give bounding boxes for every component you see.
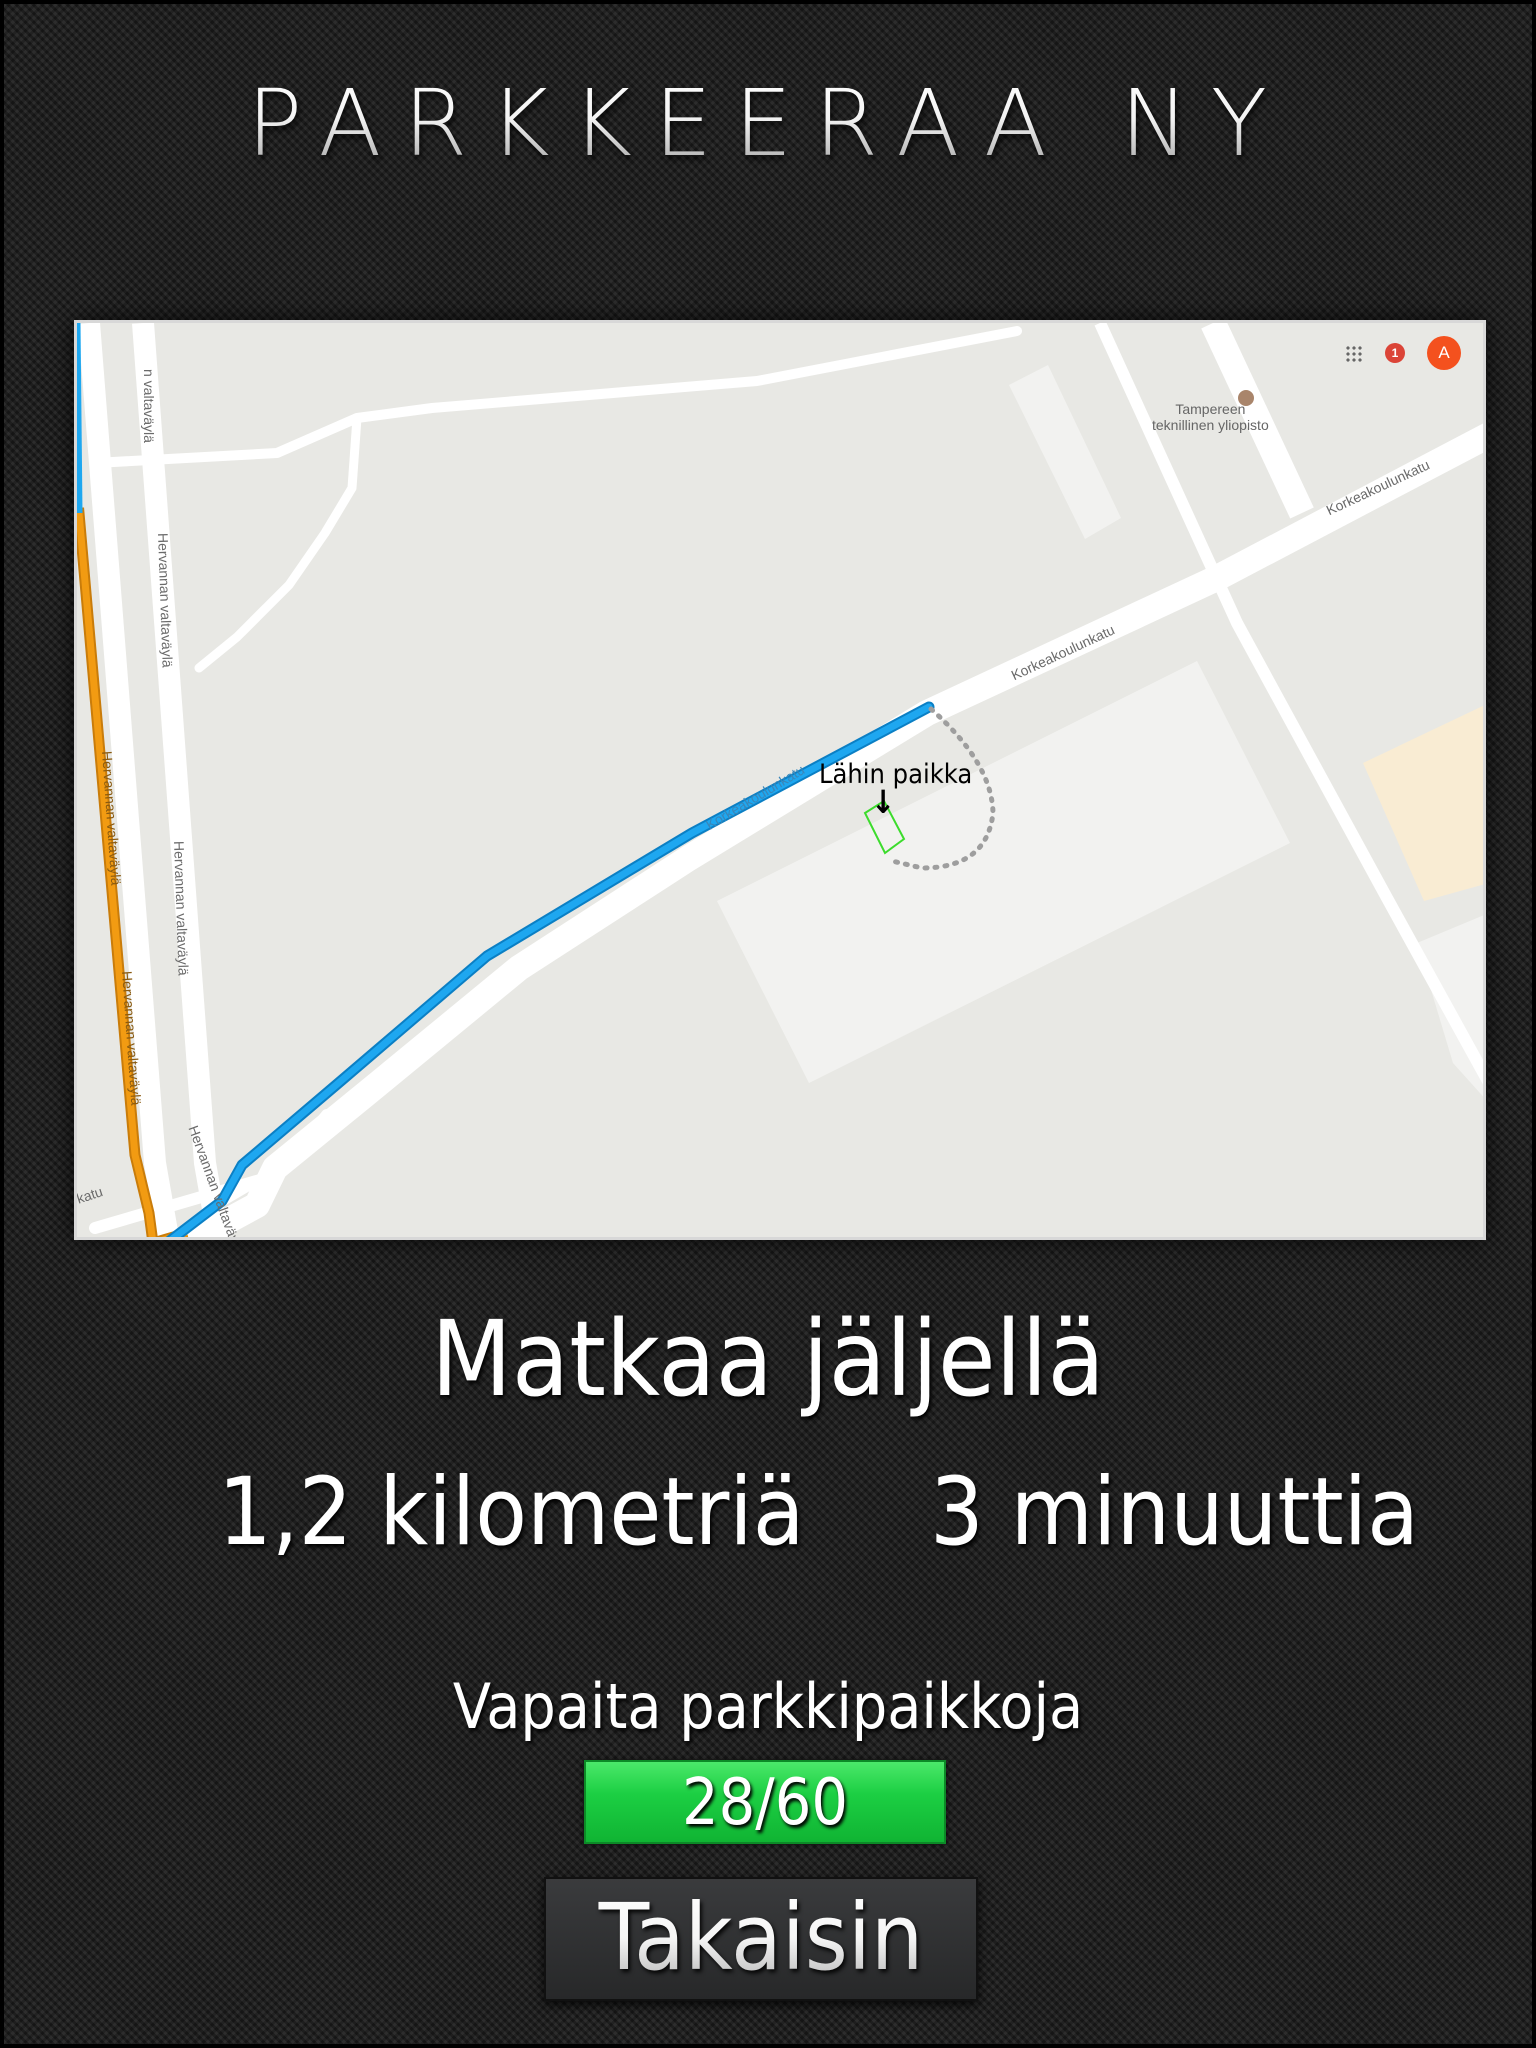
free-spaces-label: Vapaita parkkipaikkoja xyxy=(452,1670,1084,1743)
free-spaces-bar: 28/60 xyxy=(584,1760,946,1844)
poi-label-line2: teknillinen yliopisto xyxy=(1152,417,1269,433)
trip-duration: 3 minuuttia xyxy=(930,1458,1419,1567)
poi-label-line1: Tampereen xyxy=(1175,401,1246,417)
back-button[interactable]: Takaisin xyxy=(544,1877,978,2001)
map-view[interactable]: n valtaväylä Hervannan valtaväylä Hervan… xyxy=(74,320,1486,1240)
free-spaces-value: 28/60 xyxy=(682,1766,848,1840)
route-top-segment xyxy=(77,323,83,514)
building-area xyxy=(1363,705,1483,901)
korkeakoulunkatu-road xyxy=(180,423,1483,1237)
app-title: PARKKEERAA NY xyxy=(0,70,1536,177)
nearest-spot-label: Lähin paikka ↓ xyxy=(819,759,973,821)
notifications-badge[interactable]: 1 xyxy=(1385,343,1405,363)
back-button-label: Takaisin xyxy=(546,1879,976,1997)
street-label: n valtaväylä xyxy=(141,369,157,443)
avatar[interactable]: A xyxy=(1427,336,1461,370)
arrow-down-icon: ↓ xyxy=(871,783,896,821)
apps-grid-icon[interactable] xyxy=(1345,345,1363,363)
building-area xyxy=(717,661,1290,1083)
poi-label[interactable]: Tampereen teknillinen yliopisto xyxy=(1152,401,1269,433)
building-area xyxy=(1009,365,1121,539)
nearest-spot-text: Lähin paikka xyxy=(819,759,973,790)
trip-distance: 1,2 kilometriä xyxy=(218,1458,805,1567)
trip-title: Matkaa jäljellä xyxy=(431,1298,1105,1420)
